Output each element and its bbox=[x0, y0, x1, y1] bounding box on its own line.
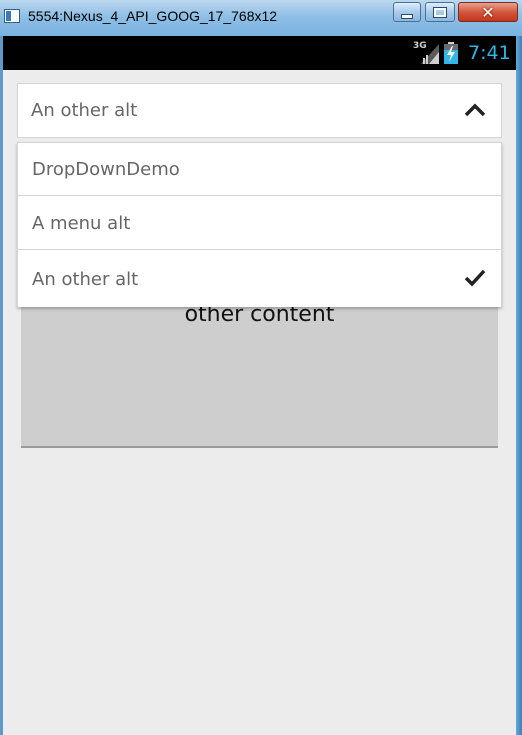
content-panel: other content bbox=[21, 306, 498, 448]
maximize-icon bbox=[426, 3, 454, 21]
signal-strength-icon bbox=[421, 44, 439, 64]
minimize-button[interactable] bbox=[393, 2, 421, 22]
content-label: other content bbox=[184, 306, 335, 327]
android-status-bar: 3G 7:41 bbox=[3, 36, 516, 70]
checkmark-icon bbox=[464, 269, 486, 287]
minimize-icon bbox=[394, 3, 420, 21]
app-window-icon bbox=[4, 9, 20, 23]
chevron-up-icon[interactable] bbox=[464, 102, 486, 118]
emulator-frame-right bbox=[516, 36, 522, 735]
dropdown-item-label: An other alt bbox=[32, 269, 139, 290]
dropdown-item-an-other-alt[interactable]: An other alt bbox=[17, 249, 502, 307]
window-title: 5554:Nexus_4_API_GOOG_17_768x12 bbox=[28, 8, 278, 24]
dropdown-spinner[interactable]: An other alt bbox=[17, 83, 502, 138]
dropdown-item-label: A menu alt bbox=[32, 213, 131, 234]
maximize-button[interactable] bbox=[425, 2, 455, 22]
app-screen: An other alt other content DropDownDemo … bbox=[3, 70, 516, 735]
dropdown-item-dropdowndemo[interactable]: DropDownDemo bbox=[17, 142, 502, 196]
battery-charging-icon bbox=[444, 42, 458, 64]
dropdown-item-label: DropDownDemo bbox=[32, 159, 180, 180]
close-button[interactable]: ✕ bbox=[458, 2, 518, 22]
close-icon: ✕ bbox=[481, 2, 495, 22]
dropdown-item-a-menu-alt[interactable]: A menu alt bbox=[17, 195, 502, 250]
dropdown-menu: DropDownDemo A menu alt An other alt bbox=[17, 142, 502, 307]
window-title-bar[interactable]: 5554:Nexus_4_API_GOOG_17_768x12 ✕ bbox=[0, 0, 522, 36]
status-clock: 7:41 bbox=[468, 42, 511, 64]
spinner-selected-value: An other alt bbox=[31, 100, 138, 121]
